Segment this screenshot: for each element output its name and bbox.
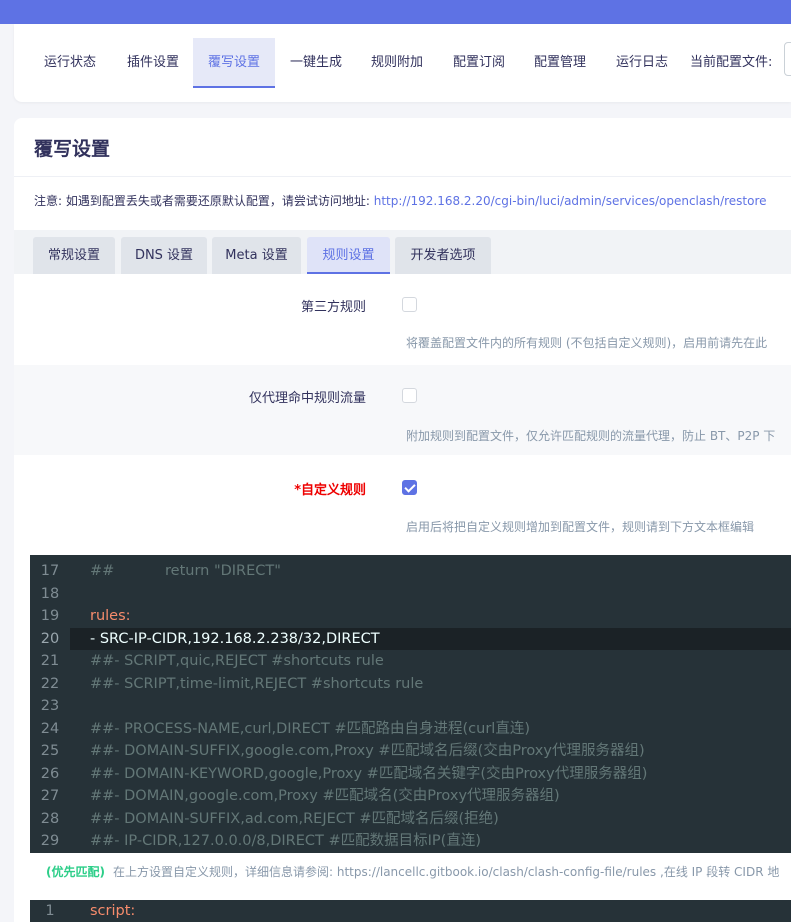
line-number: 21 — [40, 653, 60, 669]
code-line[interactable]: 18 — [30, 583, 791, 606]
page-title: 覆写设置 — [34, 138, 111, 160]
script-editor[interactable]: 1 script: — [30, 900, 791, 922]
line-number: 26 — [40, 765, 60, 782]
title-divider — [14, 176, 791, 177]
custom-rules-checkbox[interactable] — [402, 480, 417, 495]
help-tail: ,在线 IP 段转 CIDR 地 — [656, 865, 780, 879]
line-code: ##- PROCESS-NAME,curl,DIRECT #匹配路由自身进程(c… — [90, 720, 530, 737]
line-number: 22 — [40, 675, 60, 692]
setting-label: 仅代理命中规则流量 — [248, 391, 366, 406]
menu-item-config-subscribe[interactable]: 配置订阅 — [438, 38, 520, 88]
menu-item-rule-append[interactable]: 规则附加 — [356, 38, 438, 88]
settings-tabs: 常规设置 DNS 设置 Meta 设置 规则设置 开发者选项 — [14, 230, 791, 274]
line-number: 1 — [45, 903, 55, 919]
line-code: ## return "DIRECT" — [90, 563, 281, 579]
line-code: ##- IP-CIDR,127.0.0.0/8,DIRECT #匹配数据目标IP… — [90, 833, 481, 849]
code-line[interactable]: 26 ##- DOMAIN-KEYWORD,google,Proxy #匹配域名关… — [30, 763, 791, 786]
top-bar — [0, 0, 791, 24]
custom-rules-editor[interactable]: 17 ## return "DIRECT" 18 19 rules: 20 - SRC-IP… — [30, 555, 791, 853]
line-code: ##- DOMAIN-SUFFIX,ad.com,REJECT #匹配域名后缀(… — [90, 810, 499, 827]
code-line[interactable]: 20 - SRC-IP-CIDR,192.168.2.238/32,DIRECT — [30, 627, 791, 650]
code-line[interactable]: 21 ##- SCRIPT,quic,REJECT #shortcuts rule — [30, 650, 791, 673]
tab-dns[interactable]: DNS 设置 — [121, 237, 207, 274]
code-line[interactable]: 24 ##- PROCESS-NAME,curl,DIRECT #匹配路由自身进程… — [30, 718, 791, 741]
custom-rules-help: (优先匹配) 在上方设置自定义规则，详细信息请参阅: https://lancel… — [46, 863, 779, 880]
line-code: rules: — [90, 608, 131, 624]
line-number: 24 — [40, 720, 60, 737]
code-line[interactable]: 27 ##- DOMAIN,google.com,Proxy #匹配域名(交由Pr… — [30, 785, 791, 808]
line-code: script: — [90, 903, 136, 919]
code-line[interactable]: 25 ##- DOMAIN-SUFFIX,google.com,Proxy #匹配… — [30, 740, 791, 763]
line-number: 27 — [40, 788, 60, 804]
line-number: 25 — [40, 743, 60, 759]
setting-label: 第三方规则 — [300, 300, 366, 315]
line-number: 19 — [40, 608, 60, 624]
setting-label: *自定义规则 — [294, 483, 366, 498]
menu-item-status[interactable]: 运行状态 — [29, 38, 111, 88]
restore-notice: 注意: 如遇到配置丢失或者需要还原默认配置，请尝试访问地址: http://19… — [34, 192, 767, 209]
line-number: 23 — [40, 698, 60, 714]
line-code: ##- SCRIPT,time-limit,REJECT #shortcuts … — [90, 675, 424, 692]
line-code: ##- DOMAIN-KEYWORD,google,Proxy #匹配域名关键字… — [90, 765, 648, 782]
line-number: 17 — [40, 563, 60, 579]
line-number: 18 — [40, 585, 60, 602]
tab-rules[interactable]: 规则设置 — [307, 237, 390, 274]
menu-item-config-manage[interactable]: 配置管理 — [519, 38, 601, 88]
code-line[interactable]: 29 ##- IP-CIDR,127.0.0.0/8,DIRECT #匹配数据目标… — [30, 830, 791, 853]
notice-text: 注意: 如遇到配置丢失或者需要还原默认配置，请尝试访问地址: — [34, 194, 374, 208]
tab-general[interactable]: 常规设置 — [33, 237, 115, 274]
proxy-matched-only-checkbox[interactable] — [402, 388, 417, 403]
code-line[interactable]: 19 rules: — [30, 605, 791, 628]
line-number: 20 — [30, 627, 70, 650]
menu-item-run-log[interactable]: 运行日志 — [601, 38, 683, 88]
code-line[interactable]: 23 — [30, 695, 791, 718]
line-code: ##- DOMAIN,google.com,Proxy #匹配域名(交由Prox… — [90, 788, 560, 804]
code-line[interactable]: 28 ##- DOMAIN-SUFFIX,ad.com,REJECT #匹配域名后… — [30, 808, 791, 831]
rules-doc-link[interactable]: https://lancellc.gitbook.io/clash/clash-… — [337, 865, 656, 879]
line-number: 29 — [40, 833, 60, 849]
third-party-rules-checkbox[interactable] — [402, 297, 417, 312]
current-config-select[interactable] — [784, 42, 791, 76]
line-number: 28 — [40, 810, 60, 827]
main-menu: 运行状态 插件设置 覆写设置 一键生成 规则附加 配置订阅 配置管理 运行日志 … — [14, 24, 791, 102]
menu-item-one-click-generate[interactable]: 一键生成 — [275, 38, 357, 88]
tab-meta[interactable]: Meta 设置 — [212, 237, 301, 274]
setting-proxy-matched-only: 仅代理命中规则流量 附加规则到配置文件，仅允许匹配规则的流量代理，防止 BT、P… — [14, 365, 791, 455]
line-code: - SRC-IP-CIDR,192.168.2.238/32,DIRECT — [90, 630, 380, 647]
setting-description: 启用后将把自定义规则增加到配置文件，规则请到下方文本框编辑 — [406, 520, 755, 534]
code-line[interactable]: 1 script: — [30, 900, 791, 922]
code-line[interactable]: 17 ## return "DIRECT" — [30, 560, 791, 583]
setting-description: 将覆盖配置文件内的所有规则 (不包括自定义规则)，启用前请先在此 — [406, 336, 768, 350]
setting-custom-rules: *自定义规则 启用后将把自定义规则增加到配置文件，规则请到下方文本框编辑 — [14, 455, 791, 555]
line-code: ##- DOMAIN-SUFFIX,google.com,Proxy #匹配域名… — [90, 743, 645, 759]
menu-item-plugin-settings[interactable]: 插件设置 — [112, 38, 194, 88]
code-line[interactable]: 22 ##- SCRIPT,time-limit,REJECT #shortcut… — [30, 673, 791, 696]
setting-third-party-rules: 第三方规则 将覆盖配置文件内的所有规则 (不包括自定义规则)，启用前请先在此 — [14, 275, 791, 365]
current-config-label: 当前配置文件: — [690, 55, 773, 70]
menu-item-override-settings[interactable]: 覆写设置 — [193, 38, 275, 88]
restore-link[interactable]: http://192.168.2.20/cgi-bin/luci/admin/s… — [374, 194, 767, 208]
help-text: 在上方设置自定义规则，详细信息请参阅: — [112, 865, 337, 879]
tab-developer[interactable]: 开发者选项 — [395, 237, 491, 274]
priority-tag: (优先匹配) — [46, 865, 105, 879]
line-code: ##- SCRIPT,quic,REJECT #shortcuts rule — [90, 653, 384, 669]
override-settings-panel: 覆写设置 注意: 如遇到配置丢失或者需要还原默认配置，请尝试访问地址: http… — [14, 118, 791, 922]
setting-description: 附加规则到配置文件，仅允许匹配规则的流量代理，防止 BT、P2P 下 — [406, 429, 776, 443]
